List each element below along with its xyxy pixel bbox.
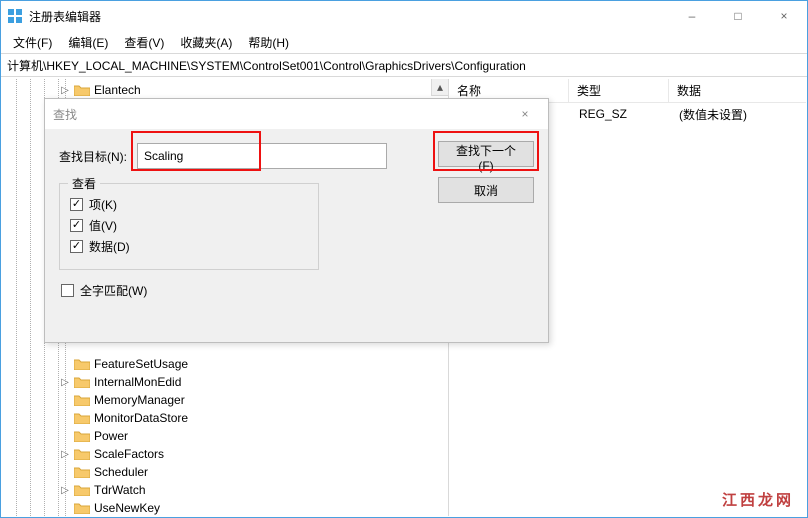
menu-edit[interactable]: 编辑(E) xyxy=(60,32,116,53)
folder-icon xyxy=(74,83,90,97)
expander-icon[interactable]: ▷ xyxy=(58,375,72,389)
expander-icon[interactable] xyxy=(58,411,72,425)
checkbox-data-label: 数据(D) xyxy=(89,238,130,255)
tree-item-label: InternalMonEdid xyxy=(94,375,181,389)
dialog-title: 查找 xyxy=(53,106,77,123)
checkbox-values-label: 值(V) xyxy=(89,217,117,234)
tree-item-label: MonitorDataStore xyxy=(94,411,188,425)
col-data[interactable]: 数据 xyxy=(669,79,806,102)
menu-help[interactable]: 帮助(H) xyxy=(240,32,297,53)
tree-item[interactable]: ▷ Elantech xyxy=(2,81,448,99)
checkbox-whole-word[interactable] xyxy=(61,284,74,297)
tree-item[interactable]: MemoryManager xyxy=(2,391,448,409)
value-type: REG_SZ xyxy=(571,107,671,121)
tree-item[interactable]: ▷ TdrWatch xyxy=(2,481,448,499)
expander-icon[interactable] xyxy=(58,393,72,407)
menu-view[interactable]: 查看(V) xyxy=(116,32,172,53)
col-type[interactable]: 类型 xyxy=(569,79,669,102)
folder-icon xyxy=(74,429,90,443)
titlebar[interactable]: 注册表编辑器 – □ × xyxy=(1,1,807,31)
folder-icon xyxy=(74,501,90,515)
dialog-close-button[interactable]: × xyxy=(502,99,548,129)
checkbox-values[interactable] xyxy=(70,219,83,232)
value-data: (数值未设置) xyxy=(671,106,806,123)
folder-icon xyxy=(74,465,90,479)
checkbox-data[interactable] xyxy=(70,240,83,253)
expander-icon[interactable] xyxy=(58,501,72,515)
tree-item[interactable]: ▷ ScaleFactors xyxy=(2,445,448,463)
dialog-body: 查找目标(N): 查找下一个(F) 取消 查看 项(K) 值(V) xyxy=(45,129,548,309)
menu-file[interactable]: 文件(F) xyxy=(5,32,60,53)
tree-item[interactable]: UseNewKey xyxy=(2,499,448,516)
tree-item-label: ScaleFactors xyxy=(94,447,164,461)
expander-icon[interactable]: ▷ xyxy=(58,483,72,497)
look-at-group: 查看 项(K) 值(V) 数据(D) xyxy=(59,183,319,270)
folder-icon xyxy=(74,411,90,425)
tree-item-label: FeatureSetUsage xyxy=(94,357,188,371)
menu-favorites[interactable]: 收藏夹(A) xyxy=(172,32,240,53)
address-input[interactable] xyxy=(1,55,807,75)
tree-item-label: Elantech xyxy=(94,83,141,97)
checkbox-whole-word-label: 全字匹配(W) xyxy=(80,282,147,299)
tree-item[interactable]: Power xyxy=(2,427,448,445)
expander-icon[interactable]: ▷ xyxy=(58,447,72,461)
folder-icon xyxy=(74,447,90,461)
expander-icon[interactable] xyxy=(58,429,72,443)
maximize-icon: □ xyxy=(734,9,741,23)
find-label: 查找目标(N): xyxy=(59,148,127,165)
menubar: 文件(F) 编辑(E) 查看(V) 收藏夹(A) 帮助(H) xyxy=(1,31,807,53)
expander-icon[interactable] xyxy=(58,357,72,371)
folder-icon xyxy=(74,393,90,407)
checkbox-keys-label: 项(K) xyxy=(89,196,117,213)
minimize-button[interactable]: – xyxy=(669,1,715,31)
regedit-window: 注册表编辑器 – □ × 文件(F) 编辑(E) 查看(V) 收藏夹(A) 帮助… xyxy=(0,0,808,518)
tree-item-label: Scheduler xyxy=(94,465,148,479)
folder-icon xyxy=(74,357,90,371)
tree-item[interactable]: MonitorDataStore xyxy=(2,409,448,427)
maximize-button[interactable]: □ xyxy=(715,1,761,31)
folder-icon xyxy=(74,483,90,497)
minimize-icon: – xyxy=(689,9,696,23)
tree-item-label: TdrWatch xyxy=(94,483,146,497)
cancel-button[interactable]: 取消 xyxy=(438,177,534,203)
tree-item-label: Power xyxy=(94,429,128,443)
checkbox-keys[interactable] xyxy=(70,198,83,211)
look-at-legend: 查看 xyxy=(68,175,100,192)
address-bar xyxy=(1,53,807,77)
watermark: 江西龙网 xyxy=(714,487,802,512)
close-icon: × xyxy=(521,107,528,121)
close-icon: × xyxy=(780,9,787,23)
find-dialog[interactable]: 查找 × 查找目标(N): 查找下一个(F) 取消 查看 项(K) xyxy=(44,98,549,343)
window-controls: – □ × xyxy=(669,1,807,31)
dialog-titlebar[interactable]: 查找 × xyxy=(45,99,548,129)
tree-item[interactable]: Scheduler xyxy=(2,463,448,481)
folder-icon xyxy=(74,375,90,389)
window-title: 注册表编辑器 xyxy=(29,8,101,25)
regedit-app-icon xyxy=(7,8,23,24)
expander-icon[interactable]: ▷ xyxy=(58,83,72,97)
tree-item[interactable]: FeatureSetUsage xyxy=(2,355,448,373)
tree-item-label: UseNewKey xyxy=(94,501,160,515)
tree-item[interactable]: ▷ InternalMonEdid xyxy=(2,373,448,391)
find-input[interactable] xyxy=(137,143,387,169)
close-button[interactable]: × xyxy=(761,1,807,31)
find-next-button[interactable]: 查找下一个(F) xyxy=(438,141,534,167)
tree-item-label: MemoryManager xyxy=(94,393,185,407)
expander-icon[interactable] xyxy=(58,465,72,479)
